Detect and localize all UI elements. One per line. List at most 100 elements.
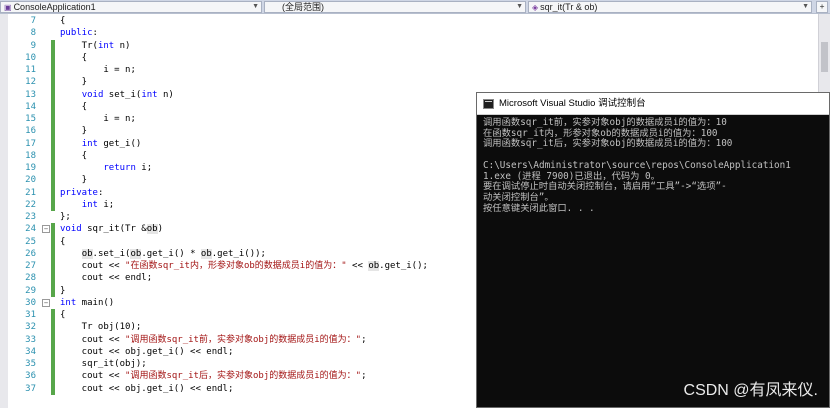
string-literal: "调用函数sqr_it后，实参对象obj的数据成员i的值为：" bbox=[125, 371, 362, 382]
code-text: } bbox=[60, 175, 88, 186]
change-marker bbox=[51, 223, 55, 236]
line-number: 12 bbox=[25, 77, 36, 88]
code-text: { bbox=[60, 101, 88, 112]
change-marker bbox=[51, 247, 55, 260]
change-marker bbox=[51, 321, 55, 334]
line-number: 31 bbox=[25, 310, 36, 320]
symbol-highlight: ob bbox=[81, 248, 93, 259]
code-text: return i; bbox=[103, 163, 153, 173]
chevron-down-icon: ▼ bbox=[252, 3, 259, 10]
line-number: 34 bbox=[25, 346, 36, 357]
change-marker bbox=[51, 260, 55, 273]
change-marker bbox=[51, 309, 55, 322]
project-dropdown-value: ConsoleApplication1 bbox=[13, 2, 96, 12]
code-text: { bbox=[60, 150, 88, 161]
change-marker bbox=[51, 64, 55, 77]
console-title-bar[interactable]: Microsoft Visual Studio 调试控制台 bbox=[477, 93, 829, 115]
line-number: 24 bbox=[25, 224, 36, 235]
code-text: private: bbox=[60, 187, 104, 198]
code-text: } bbox=[60, 77, 88, 88]
keyword: int bbox=[97, 40, 115, 51]
keyword: int bbox=[60, 297, 77, 308]
code-text: i = n; bbox=[60, 65, 136, 75]
code-line[interactable]: 10 { bbox=[0, 51, 830, 64]
chevron-down-icon: ▼ bbox=[802, 3, 809, 10]
code-line[interactable]: 8 public: bbox=[0, 27, 830, 39]
code-text: sqr_it(obj); bbox=[60, 359, 147, 369]
collapse-icon[interactable]: − bbox=[42, 225, 50, 234]
symbol-highlight: ob bbox=[200, 248, 212, 259]
line-number: 32 bbox=[25, 322, 36, 333]
line-number: 9 bbox=[30, 40, 36, 51]
line-number: 23 bbox=[25, 212, 36, 222]
code-text: int get_i() bbox=[81, 138, 142, 149]
code-text: Tr obj(10); bbox=[60, 322, 142, 333]
code-text: void set_i(int n) bbox=[81, 89, 174, 100]
console-line: 调用函数sqr_it后，实参对象obj的数据成员i的值为：100 bbox=[483, 138, 733, 150]
code-text: } bbox=[60, 285, 66, 296]
line-number: 30 bbox=[25, 297, 36, 308]
code-text: i = n; bbox=[60, 114, 136, 124]
project-icon: ▣ bbox=[4, 3, 12, 12]
change-marker bbox=[51, 39, 55, 52]
line-number: 10 bbox=[25, 52, 36, 63]
change-marker bbox=[51, 186, 55, 199]
code-line[interactable]: 12 } bbox=[0, 76, 830, 89]
code-text: public: bbox=[60, 28, 98, 39]
line-number: 28 bbox=[25, 273, 36, 284]
function-icon: ◈ bbox=[532, 3, 539, 12]
function-dropdown[interactable]: ◈ sqr_it(Tr & ob) ▼ bbox=[528, 1, 812, 13]
code-text: int i; bbox=[81, 199, 115, 210]
code-text: ob.set_i(ob.get_i() * ob.get_i()); bbox=[81, 248, 266, 259]
keyword: return bbox=[103, 163, 136, 173]
change-marker bbox=[51, 88, 55, 101]
scope-dropdown[interactable]: (全局范围) ▼ bbox=[264, 1, 526, 13]
code-line[interactable]: 7{ bbox=[0, 15, 830, 27]
change-marker bbox=[51, 137, 55, 150]
change-marker bbox=[51, 113, 55, 126]
change-marker bbox=[51, 345, 55, 358]
code-text: { bbox=[60, 310, 66, 320]
code-line[interactable]: 11 i = n; bbox=[0, 64, 830, 77]
string-literal: "在函数sqr_it内，形参对象ob的数据成员i的值为：" bbox=[125, 261, 347, 271]
scrollbar-thumb[interactable] bbox=[821, 42, 828, 72]
project-dropdown[interactable]: ▣ ConsoleApplication1 ▼ bbox=[0, 1, 262, 13]
code-line[interactable]: 9 Tr(int n) bbox=[0, 39, 830, 52]
code-text: }; bbox=[60, 212, 71, 222]
code-text: cout << "在函数sqr_it内，形参对象ob的数据成员i的值为：" <<… bbox=[60, 261, 428, 271]
keyword: int bbox=[81, 138, 98, 149]
symbol-highlight: ob bbox=[368, 261, 380, 271]
line-number: 26 bbox=[25, 248, 36, 259]
code-text: void sqr_it(Tr &ob) bbox=[60, 224, 163, 235]
keyword: void bbox=[81, 89, 104, 100]
collapse-icon[interactable]: − bbox=[42, 298, 50, 307]
symbol-highlight: ob bbox=[130, 248, 142, 259]
line-number: 17 bbox=[25, 138, 36, 149]
code-text: cout << "调用函数sqr_it后，实参对象obj的数据成员i的值为："; bbox=[60, 371, 367, 382]
string-literal: "调用函数sqr_it前，实参对象obj的数据成员i的值为：" bbox=[125, 334, 362, 345]
line-number: 35 bbox=[25, 359, 36, 369]
change-marker bbox=[51, 162, 55, 175]
line-number: 19 bbox=[25, 163, 36, 173]
console-icon bbox=[483, 99, 494, 109]
line-number: 8 bbox=[30, 28, 36, 39]
function-dropdown-value: sqr_it(Tr & ob) bbox=[540, 2, 598, 12]
change-marker bbox=[51, 149, 55, 162]
scope-dropdown-value: (全局范围) bbox=[282, 2, 324, 12]
line-number: 27 bbox=[25, 261, 36, 271]
line-number: 29 bbox=[25, 285, 36, 296]
change-marker bbox=[51, 382, 55, 395]
split-editor-button[interactable]: + bbox=[816, 1, 828, 13]
navigation-bar: ▣ ConsoleApplication1 ▼ (全局范围) ▼ ◈ sqr_it(… bbox=[0, 0, 830, 14]
debug-console-window[interactable]: Microsoft Visual Studio 调试控制台 调用函数sqr_it… bbox=[476, 92, 830, 408]
line-number: 21 bbox=[25, 187, 36, 198]
console-line: 按任意键关闭此窗口. . . bbox=[483, 202, 595, 214]
change-marker bbox=[51, 198, 55, 211]
line-number: 36 bbox=[25, 371, 36, 382]
change-marker bbox=[51, 51, 55, 64]
line-number: 33 bbox=[25, 334, 36, 345]
line-number: 20 bbox=[25, 175, 36, 186]
keyword: public bbox=[60, 28, 93, 39]
line-number: 11 bbox=[25, 65, 36, 75]
line-number: 16 bbox=[25, 126, 36, 137]
